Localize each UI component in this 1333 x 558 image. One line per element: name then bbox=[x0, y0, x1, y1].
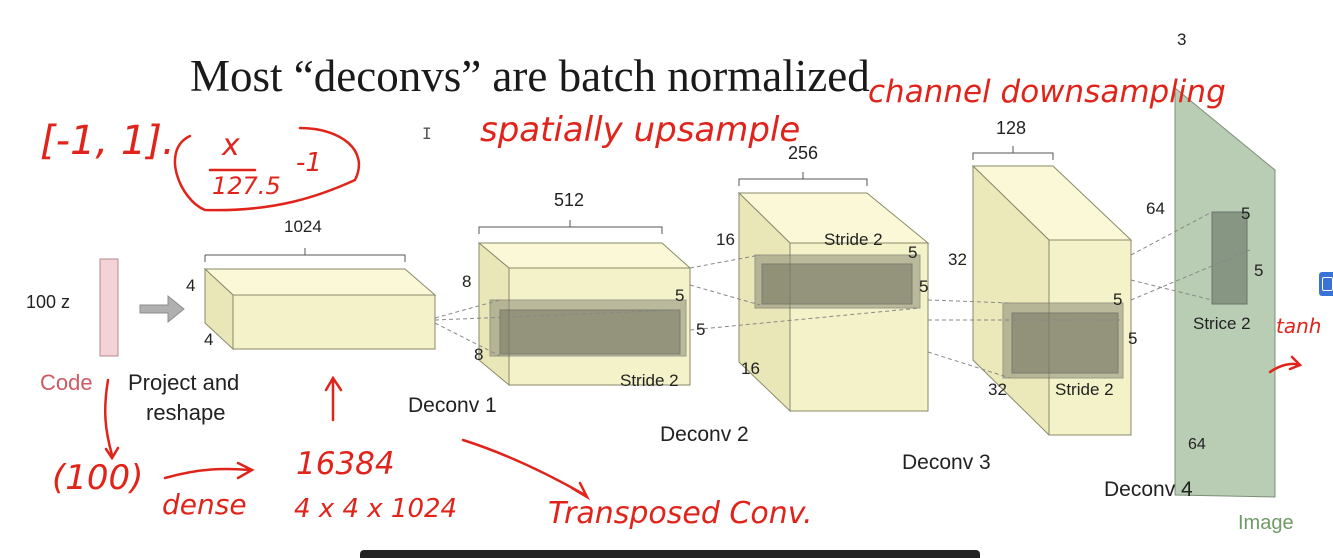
deconv2-depth-label: 16 bbox=[741, 359, 760, 378]
deconv2-stride: Stride 2 bbox=[824, 230, 883, 249]
deconv3-kernel-b: 5 bbox=[1128, 329, 1138, 348]
project-block bbox=[203, 248, 437, 351]
deconv2-kernel-a: 5 bbox=[908, 243, 918, 262]
deconv4-stride: Strice 2 bbox=[1193, 314, 1251, 333]
ink-transposed: Transposed Conv. bbox=[548, 496, 813, 531]
ink-shape: 4 x 4 x 1024 bbox=[294, 494, 458, 524]
deconv1-block bbox=[477, 220, 692, 387]
deconv4-width-label: 3 bbox=[1177, 30, 1187, 49]
deconv1-kernel-a: 5 bbox=[675, 286, 685, 305]
ink-formula-numerator: x bbox=[222, 128, 240, 163]
player-control-icon[interactable] bbox=[1319, 272, 1333, 296]
input-size-label: 100 z bbox=[26, 292, 71, 312]
deconv3-depth-label: 32 bbox=[988, 380, 1007, 399]
ink-code-size: (100) bbox=[52, 458, 144, 498]
deconv3-name: Deconv 3 bbox=[902, 451, 991, 474]
slide-title: Most “deconvs” are batch normalized bbox=[190, 51, 870, 101]
project-label-line1: Project and bbox=[128, 370, 240, 395]
deconv1-stride: Stride 2 bbox=[620, 371, 679, 390]
project-width-label: 1024 bbox=[284, 217, 322, 236]
ink-channel: channel downsampling bbox=[868, 74, 1226, 110]
player-bottom-bar bbox=[360, 550, 980, 558]
deconv3-height-label: 32 bbox=[948, 250, 967, 269]
deconv4-depth-label: 64 bbox=[1188, 436, 1206, 453]
deconv2-kernel-b: 5 bbox=[919, 277, 929, 296]
ink-spatial: spatially upsample bbox=[480, 110, 801, 150]
deconv1-height-label: 8 bbox=[462, 272, 472, 291]
deconv1-depth-label: 8 bbox=[474, 345, 484, 364]
deconv4-kernel bbox=[1211, 211, 1248, 305]
deconv3-width-label: 128 bbox=[996, 118, 1027, 138]
text-cursor-icon: I bbox=[422, 124, 432, 143]
ink-formula-denominator: 127.5 bbox=[212, 172, 281, 200]
code-label: Code bbox=[40, 370, 93, 395]
output-image-label: Image bbox=[1238, 512, 1294, 534]
ink-formula-minus: -1 bbox=[296, 148, 322, 178]
deconv4-name: Deconv 4 bbox=[1104, 478, 1193, 501]
project-height-label: 4 bbox=[186, 276, 196, 295]
ink-tanh: tanh bbox=[1276, 314, 1322, 338]
slide: Most “deconvs” are batch normalized 100 … bbox=[0, 0, 1333, 558]
deconv4-kernel-b: 5 bbox=[1254, 261, 1264, 280]
project-depth-label: 4 bbox=[204, 330, 214, 349]
deconv4-kernel-a: 5 bbox=[1241, 204, 1251, 223]
deconv1-kernel-b: 5 bbox=[696, 320, 706, 339]
code-vector-bar bbox=[99, 258, 119, 357]
ink-dense: dense bbox=[162, 488, 247, 521]
deconv1-name: Deconv 1 bbox=[408, 394, 497, 417]
deconv1-width-label: 512 bbox=[554, 190, 585, 210]
deconv4-height-label: 64 bbox=[1146, 199, 1165, 218]
project-label-line2: reshape bbox=[146, 400, 226, 425]
deconv2-block bbox=[737, 172, 930, 413]
project-arrow bbox=[139, 294, 185, 324]
deconv3-kernel-a: 5 bbox=[1113, 290, 1123, 309]
deconv2-height-label: 16 bbox=[716, 230, 735, 249]
deconv2-name: Deconv 2 bbox=[660, 423, 749, 446]
deconv3-stride: Stride 2 bbox=[1055, 380, 1114, 399]
ink-flat-size: 16384 bbox=[296, 446, 395, 482]
ink-range: [-1, 1]. bbox=[40, 118, 175, 164]
